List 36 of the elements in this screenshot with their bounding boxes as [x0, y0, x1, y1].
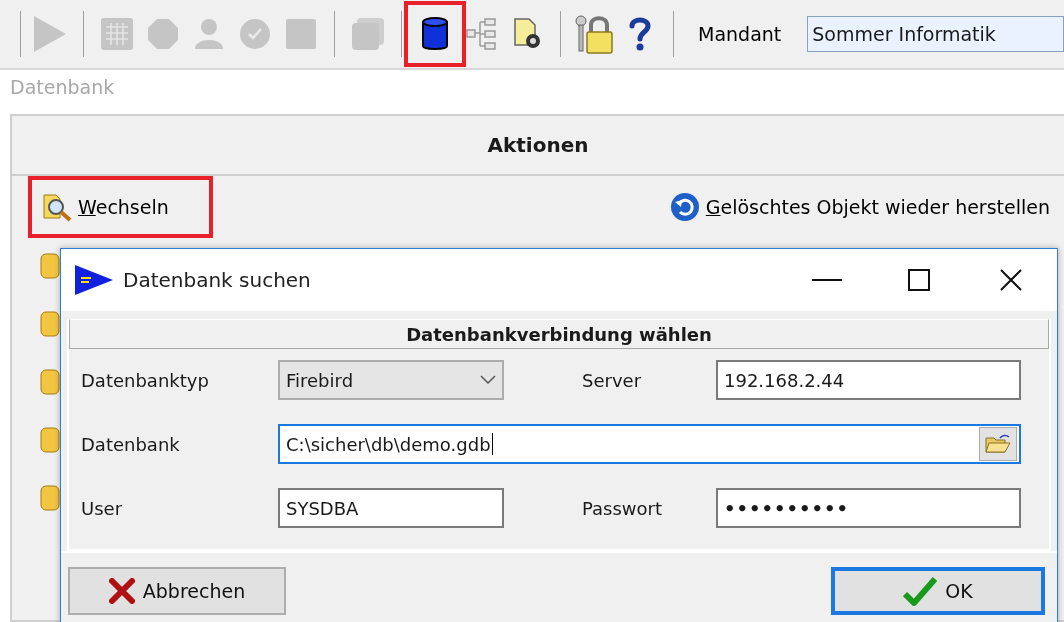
field-label: User: [81, 497, 124, 519]
mandant-field[interactable]: Sommer Informatik: [807, 16, 1064, 52]
checkmark-icon: [903, 576, 938, 606]
app-icon: [73, 264, 115, 296]
field-label: Passwort: [581, 497, 664, 519]
password-field[interactable]: ••••••••••: [716, 488, 1021, 528]
cancel-button[interactable]: Abbrechen: [68, 567, 286, 615]
database-icon: [40, 426, 60, 454]
field-label: Datenbank: [81, 433, 181, 455]
input-field[interactable]: C:\sicher\db\demo.gdb: [278, 424, 1021, 464]
database-icon: [40, 368, 60, 396]
undo-icon: [669, 192, 700, 222]
restore-link[interactable]: Gelöschtes Objekt wieder herstellen: [655, 176, 1064, 238]
chevron-icon: [480, 375, 496, 385]
field-label: Datenbanktyp: [81, 369, 210, 391]
input-field[interactable]: SYSDBA: [278, 488, 504, 528]
group-title: Datenbankverbindung wählen: [69, 319, 1049, 349]
database-icon[interactable]: [404, 1, 466, 67]
maximize-icon: [908, 269, 930, 291]
magnifier-icon: [42, 192, 72, 222]
switch-link[interactable]: Wechseln: [28, 176, 213, 238]
section-title: Datenbank: [10, 76, 115, 98]
input-field[interactable]: 192.168.2.44: [716, 360, 1021, 400]
ok-button[interactable]: OK: [831, 567, 1045, 615]
database-icon: [40, 484, 60, 512]
database-icon: [40, 310, 60, 338]
mandant-label: Mandant: [698, 23, 782, 45]
database-icon: [40, 252, 60, 280]
database-type-dropdown[interactable]: Firebird: [278, 360, 504, 400]
panel-header: Aktionen: [12, 116, 1064, 176]
window-title: Datenbank suchen: [123, 268, 312, 292]
field-label: Server: [581, 369, 643, 391]
cross-icon: [108, 578, 135, 604]
close-icon: [1000, 269, 1022, 291]
minimize-icon: [812, 278, 842, 282]
folder-icon[interactable]: [979, 427, 1017, 461]
